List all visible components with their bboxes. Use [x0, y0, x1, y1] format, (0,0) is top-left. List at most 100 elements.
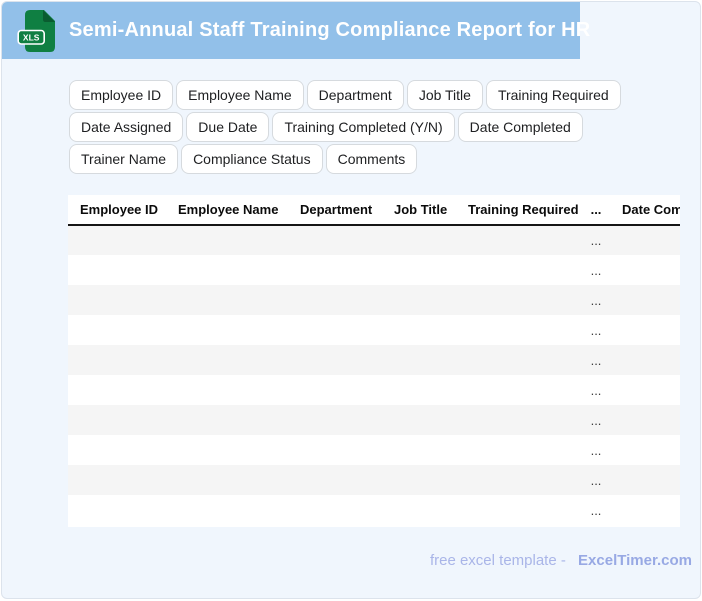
table-cell — [166, 465, 288, 495]
table-cell — [456, 495, 582, 525]
table-cell — [166, 315, 288, 345]
page-title: Semi-Annual Staff Training Compliance Re… — [69, 19, 591, 41]
table-cell — [456, 225, 582, 255]
table-cell — [288, 285, 382, 315]
table-cell — [382, 465, 456, 495]
chip-row: Trainer Name Compliance Status Comments — [69, 144, 621, 174]
table-row: ... — [68, 435, 680, 465]
table-cell — [68, 315, 166, 345]
table-cell — [288, 225, 382, 255]
column-header: ... — [582, 195, 610, 226]
table-cell — [382, 255, 456, 285]
field-chip[interactable]: Employee Name — [176, 80, 304, 110]
field-chip[interactable]: Training Required — [485, 80, 621, 110]
table-cell — [610, 495, 680, 525]
table-cell — [610, 375, 680, 405]
column-header: Department — [288, 195, 382, 226]
ellipsis-cell: ... — [590, 442, 602, 458]
xls-badge-label: XLS — [23, 32, 40, 42]
ellipsis-cell: ... — [590, 472, 602, 488]
table-cell — [456, 315, 582, 345]
table-cell — [68, 405, 166, 435]
ellipsis-cell: ... — [590, 322, 602, 338]
table-cell — [68, 225, 166, 255]
table-cell — [166, 285, 288, 315]
table-cell — [166, 255, 288, 285]
footer-credit: free excel template - ExcelTimer.com — [430, 551, 692, 570]
table-row: ... — [68, 315, 680, 345]
table-cell — [68, 465, 166, 495]
table-cell — [288, 495, 382, 525]
table-cell — [456, 375, 582, 405]
field-chip[interactable]: Job Title — [406, 80, 483, 110]
column-header: Date Completed — [610, 195, 680, 226]
table-row: ... — [68, 405, 680, 435]
footer-brand-link[interactable]: ExcelTimer.com — [578, 552, 692, 569]
field-chip[interactable]: Training Completed (Y/N) — [272, 112, 455, 142]
table-cell — [166, 495, 288, 525]
table-cell — [166, 225, 288, 255]
table-cell — [382, 375, 456, 405]
table-row: ... — [68, 255, 680, 285]
table-cell — [382, 285, 456, 315]
table-cell — [382, 345, 456, 375]
table-cell — [382, 405, 456, 435]
table-cell — [166, 405, 288, 435]
chip-row: Employee ID Employee Name Department Job Ti… — [69, 80, 621, 110]
field-chip[interactable]: Due Date — [186, 112, 270, 142]
table-cell — [456, 405, 582, 435]
column-header: Job Title — [382, 195, 456, 226]
field-chip[interactable]: Employee ID — [69, 80, 174, 110]
ellipsis-cell: ... — [590, 262, 602, 278]
table-cell — [610, 255, 680, 285]
table-cell — [166, 435, 288, 465]
table-row: ... — [68, 225, 680, 255]
table-body: .............................. — [68, 225, 680, 525]
table-cell — [382, 495, 456, 525]
ellipsis-cell: ... — [590, 292, 602, 308]
table-cell — [68, 285, 166, 315]
footer-text: free excel template - — [429, 552, 566, 569]
field-chips: Employee ID Employee Name Department Job Ti… — [69, 80, 621, 174]
table-cell — [68, 495, 166, 525]
chip-row: Date Assigned Due Date Training Completed … — [69, 112, 621, 142]
table-cell — [456, 255, 582, 285]
table-cell — [288, 375, 382, 405]
field-chip[interactable]: Department — [306, 80, 404, 110]
table-cell — [610, 435, 680, 465]
table-cell — [610, 225, 680, 255]
ellipsis-cell: ... — [590, 352, 602, 368]
field-chip[interactable]: Trainer Name — [69, 144, 179, 174]
table-cell — [166, 345, 288, 375]
table-cell — [610, 315, 680, 345]
table-cell — [288, 255, 382, 285]
column-header: Employee Name — [166, 195, 288, 226]
table-cell — [288, 435, 382, 465]
xls-file-icon: XLS — [17, 9, 55, 52]
field-chip[interactable]: Date Completed — [457, 112, 583, 142]
table-cell — [382, 225, 456, 255]
table-cell — [68, 375, 166, 405]
field-chip[interactable]: Compliance Status — [181, 144, 323, 174]
titlebar: XLS Semi-Annual Staff Training Complianc… — [2, 2, 590, 59]
table-cell — [382, 435, 456, 465]
table-cell — [288, 315, 382, 345]
table-cell — [288, 465, 382, 495]
table-row: ... — [68, 465, 680, 495]
table-cell — [382, 315, 456, 345]
preview-table: Employee ID Employee Name Department Job Ti… — [68, 195, 680, 525]
table-cell — [288, 405, 382, 435]
table-cell — [456, 465, 582, 495]
table-cell — [288, 345, 382, 375]
field-chip[interactable]: Comments — [325, 144, 418, 174]
table-cell — [68, 345, 166, 375]
table-cell — [68, 255, 166, 285]
table-cell — [610, 465, 680, 495]
table-cell — [166, 375, 288, 405]
column-header: Employee ID — [68, 195, 166, 226]
table-cell — [456, 435, 582, 465]
field-chip[interactable]: Date Assigned — [69, 112, 184, 142]
table-cell — [456, 345, 582, 375]
column-header: Training Required — [456, 195, 582, 226]
ellipsis-cell: ... — [590, 502, 602, 518]
